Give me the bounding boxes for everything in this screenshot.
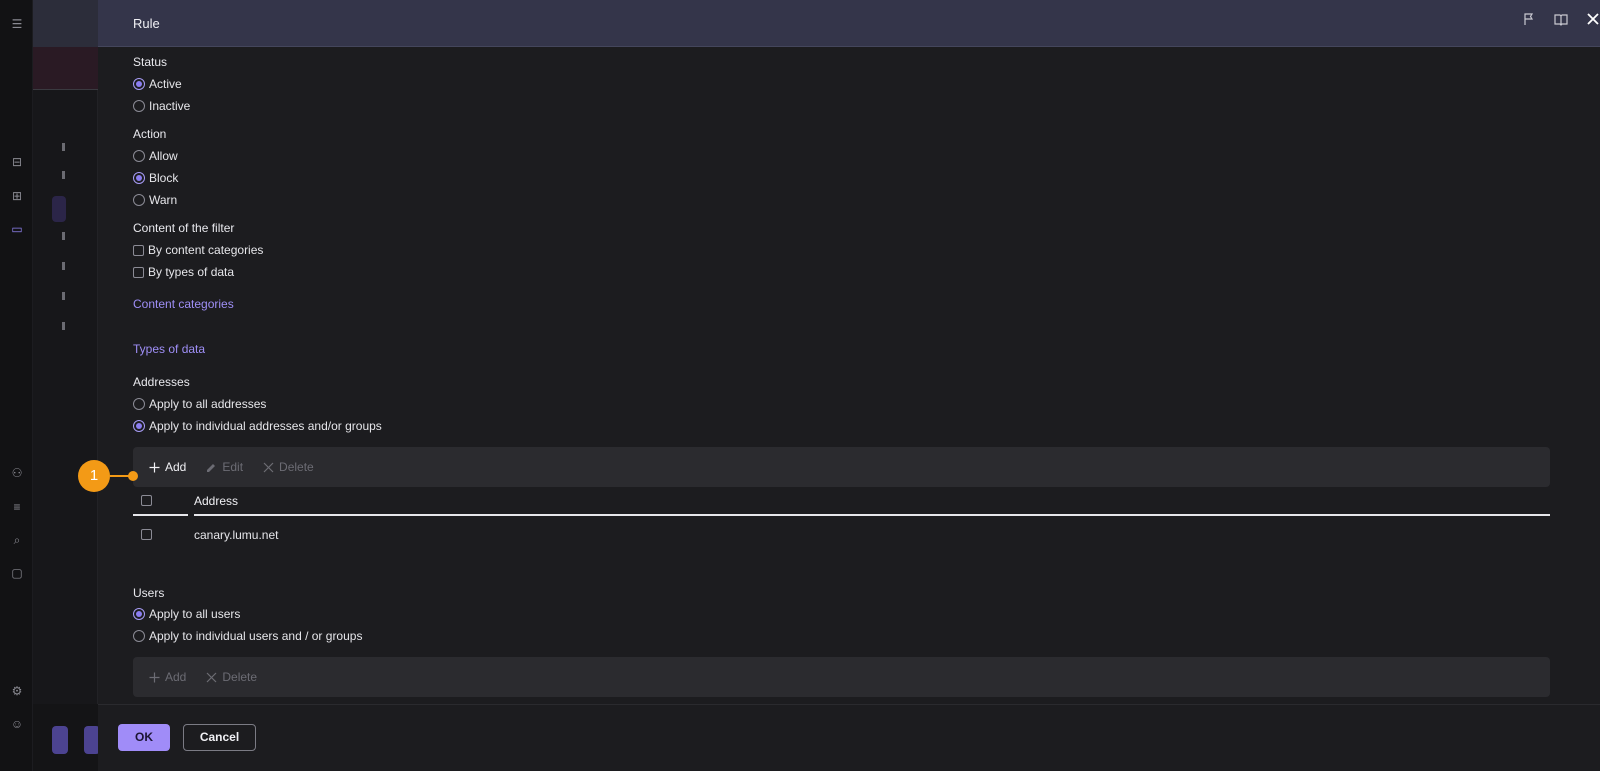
action-warn-radio[interactable]: Warn bbox=[133, 193, 177, 207]
sliders-icon[interactable]: ⚙ bbox=[10, 684, 24, 698]
app-side-panel bbox=[33, 0, 98, 771]
panel-item-marker bbox=[62, 232, 65, 240]
delete-user-button[interactable]: Delete bbox=[206, 670, 257, 684]
plus-icon bbox=[149, 462, 160, 472]
address-column-header[interactable]: Address bbox=[194, 490, 1550, 516]
status-inactive-radio[interactable]: Inactive bbox=[133, 99, 190, 113]
apply-individual-addresses-radio[interactable]: Apply to individual addresses and/or gro… bbox=[133, 419, 382, 433]
types-of-data-link[interactable]: Types of data bbox=[133, 342, 205, 356]
dashboard-icon[interactable]: ⊟ bbox=[10, 155, 24, 169]
status-label: Status bbox=[133, 55, 168, 69]
search-icon[interactable]: ⌕ bbox=[10, 533, 24, 547]
by-types-of-data-checkbox[interactable]: By types of data bbox=[133, 265, 234, 279]
users-toolbar: Add Delete bbox=[133, 657, 1550, 697]
action-block-radio[interactable]: Block bbox=[133, 171, 178, 185]
action-label: Action bbox=[133, 127, 167, 141]
app-footer-dimmed bbox=[33, 704, 100, 771]
apply-all-addresses-radio[interactable]: Apply to all addresses bbox=[133, 397, 266, 411]
panel-item-marker bbox=[62, 292, 65, 300]
users-icon[interactable]: ⚇ bbox=[10, 466, 24, 480]
panel-item-marker bbox=[62, 262, 65, 270]
app-footer-button bbox=[52, 726, 68, 754]
delete-address-button[interactable]: Delete bbox=[263, 460, 314, 474]
grid-icon[interactable]: ⊞ bbox=[10, 189, 24, 203]
book-icon[interactable] bbox=[1554, 12, 1568, 26]
add-user-button[interactable]: Add bbox=[149, 670, 186, 684]
header-actions bbox=[1522, 12, 1600, 26]
x-icon bbox=[263, 462, 274, 472]
users-label: Users bbox=[133, 586, 165, 600]
cancel-button[interactable]: Cancel bbox=[183, 724, 256, 751]
bag-icon[interactable]: ▢ bbox=[10, 566, 24, 580]
drawer-title: Rule bbox=[133, 16, 160, 31]
x-icon bbox=[206, 672, 217, 682]
action-allow-radio[interactable]: Allow bbox=[133, 149, 178, 163]
table-row[interactable]: canary.lumu.net bbox=[133, 518, 1550, 550]
edit-address-button[interactable]: Edit bbox=[206, 460, 243, 474]
app-header-dimmed bbox=[33, 0, 98, 47]
status-active-radio[interactable]: Active bbox=[133, 77, 182, 91]
addresses-toolbar: Add Edit Delete bbox=[133, 447, 1550, 487]
list-icon[interactable]: ≡ bbox=[10, 500, 24, 514]
add-address-button[interactable]: Add bbox=[149, 460, 186, 474]
content-categories-link[interactable]: Content categories bbox=[133, 297, 234, 311]
table-header-row: Address bbox=[133, 490, 1550, 516]
account-icon[interactable]: ☺ bbox=[10, 717, 24, 731]
panel-item-marker bbox=[62, 143, 65, 151]
panel-selected-item bbox=[52, 196, 66, 222]
rule-drawer: Rule Status Active Inactive Action Allow bbox=[98, 0, 1600, 771]
panel-item-marker bbox=[62, 171, 65, 179]
drawer-header: Rule bbox=[98, 0, 1600, 47]
plus-icon bbox=[149, 672, 160, 682]
close-icon[interactable] bbox=[1586, 12, 1600, 26]
drawer-content: Status Active Inactive Action Allow Bloc… bbox=[133, 47, 1600, 704]
panel-item-marker bbox=[62, 322, 65, 330]
content-filter-label: Content of the filter bbox=[133, 221, 235, 235]
by-content-categories-checkbox[interactable]: By content categories bbox=[133, 243, 263, 257]
drawer-footer: OK Cancel bbox=[98, 704, 1600, 771]
ok-button[interactable]: OK bbox=[118, 724, 170, 751]
pencil-icon bbox=[207, 463, 216, 472]
apply-all-users-radio[interactable]: Apply to all users bbox=[133, 607, 240, 621]
callout-badge: 1 bbox=[78, 460, 110, 492]
monitor-icon[interactable]: ▭ bbox=[10, 222, 24, 236]
app-nav-rail: ☰ ⊟ ⊞ ▭ ⚇ ≡ ⌕ ▢ ⚙ ☺ bbox=[0, 0, 33, 771]
panel-alert-header bbox=[33, 47, 98, 90]
address-cell: canary.lumu.net bbox=[194, 528, 279, 542]
flag-icon[interactable] bbox=[1522, 12, 1536, 26]
addresses-label: Addresses bbox=[133, 375, 190, 389]
apply-individual-users-radio[interactable]: Apply to individual users and / or group… bbox=[133, 629, 362, 643]
callout-pointer bbox=[128, 471, 138, 481]
row-checkbox[interactable] bbox=[141, 529, 152, 540]
menu-icon[interactable]: ☰ bbox=[10, 17, 24, 31]
select-all-checkbox[interactable] bbox=[141, 495, 152, 506]
select-all-cell bbox=[133, 490, 188, 516]
